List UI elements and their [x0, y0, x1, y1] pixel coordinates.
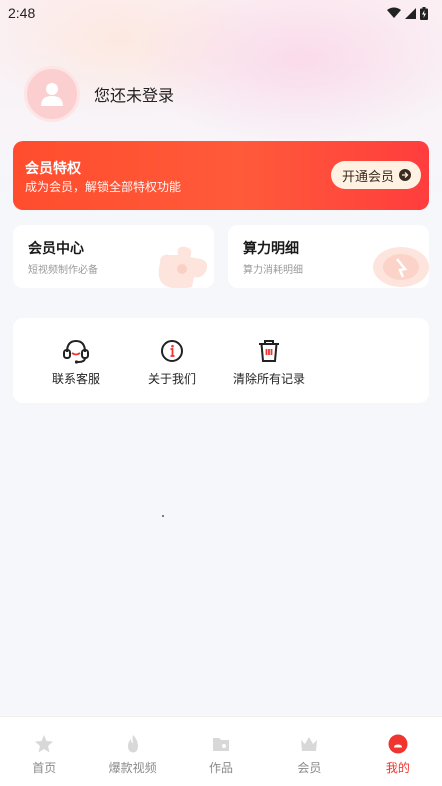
flame-icon: [127, 735, 138, 753]
vip-banner-title: 会员特权: [25, 161, 81, 177]
vip-banner[interactable]: 会员特权 成为会员，解锁全部特权功能 开通会员: [13, 141, 429, 210]
profile-icon: [388, 734, 408, 754]
tab-home-label: 首页: [32, 761, 57, 775]
wifi-icon: [387, 7, 401, 18]
tab-trending-videos[interactable]: 爆款视频: [88, 717, 176, 786]
open-vip-button[interactable]: 开通会员: [330, 161, 421, 189]
tab-mine-label: 我的: [385, 761, 410, 775]
tab-works-label: 作品: [209, 761, 234, 775]
tab-home[interactable]: 首页: [0, 717, 88, 786]
login-prompt[interactable]: 您还未登录: [94, 82, 174, 106]
user-icon: [41, 83, 63, 106]
clear-records-label: 清除所有记录: [232, 372, 305, 386]
battery-icon: [420, 6, 428, 20]
vip-center-subtitle: 短视频制作必备: [28, 265, 98, 276]
tab-mine[interactable]: 我的: [354, 717, 442, 786]
info-icon: [161, 340, 183, 362]
tab-membership-label: 会员: [297, 761, 322, 775]
tools-panel: 联系客服 关于我们 清除所有记录: [13, 318, 429, 403]
avatar[interactable]: [24, 66, 80, 122]
home-icon: [35, 735, 54, 753]
vip-banner-subtitle: 成为会员，解锁全部特权功能: [25, 180, 182, 194]
compute-details-title: 算力明细: [243, 241, 299, 257]
contact-support-button[interactable]: 联系客服: [26, 338, 126, 387]
gauge-decoration-icon: [373, 247, 429, 287]
vip-center-card[interactable]: 会员中心 短视频制作必备: [13, 225, 214, 288]
status-icons: [387, 6, 428, 20]
tab-membership[interactable]: 会员: [265, 717, 353, 786]
about-us-button[interactable]: 关于我们: [122, 338, 222, 387]
tab-works[interactable]: 作品: [177, 717, 265, 786]
compute-details-subtitle: 算力消耗明细: [243, 265, 303, 276]
open-vip-button-label: 开通会员: [341, 169, 394, 185]
signal-icon: [405, 7, 416, 19]
compute-details-card[interactable]: 算力明细 算力消耗明细: [228, 225, 429, 288]
status-bar: 2:48: [0, 0, 442, 26]
puzzle-decoration-icon: [158, 246, 208, 288]
headset-icon: [63, 339, 89, 364]
arrow-right-icon: [399, 169, 411, 181]
stray-dot: [162, 515, 164, 517]
clear-records-button[interactable]: 清除所有记录: [219, 338, 319, 387]
bottom-tab-bar: 首页 爆款视频 作品 会员 我的: [0, 716, 442, 786]
about-us-label: 关于我们: [147, 372, 196, 386]
trash-icon: [259, 340, 279, 362]
contact-support-label: 联系客服: [51, 372, 100, 386]
status-time: 2:48: [8, 5, 36, 21]
crown-icon: [301, 737, 318, 751]
tab-trending-videos-label: 爆款视频: [108, 761, 157, 775]
vip-center-title: 会员中心: [28, 241, 84, 257]
folder-icon: [213, 738, 230, 751]
profile-header[interactable]: 您还未登录: [24, 66, 174, 122]
